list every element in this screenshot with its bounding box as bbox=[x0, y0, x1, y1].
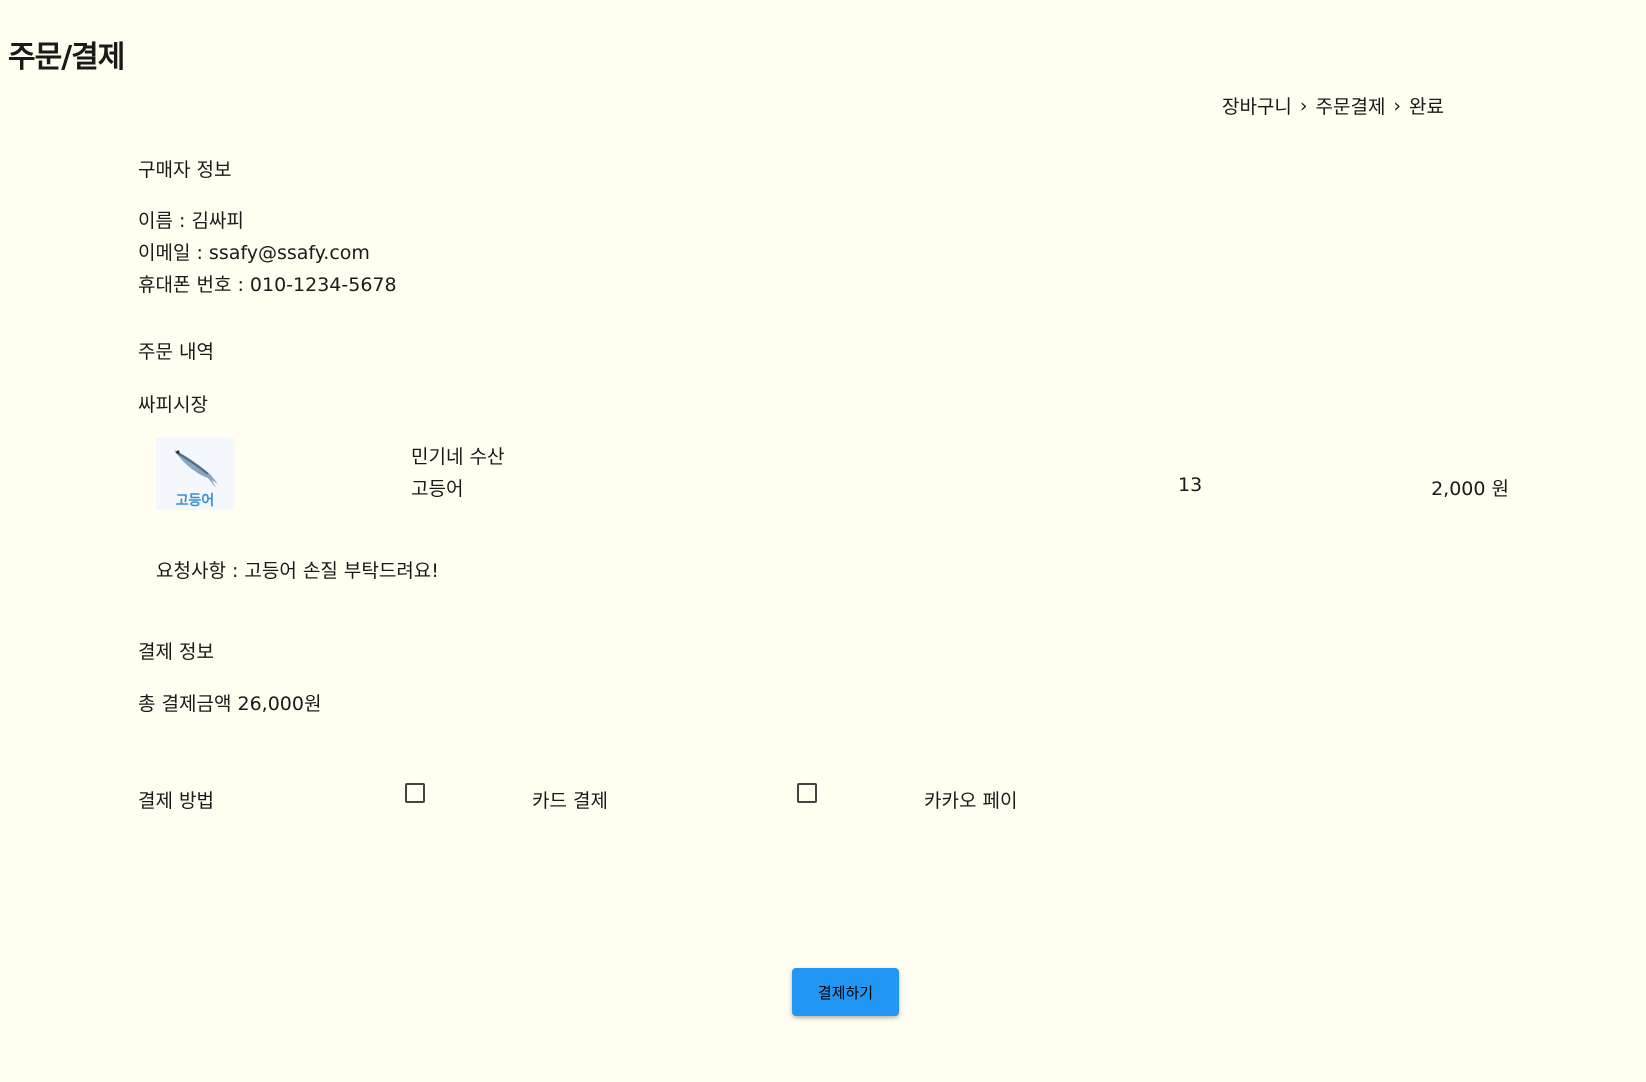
breadcrumb-step-complete[interactable]: 완료 bbox=[1409, 92, 1444, 119]
buyer-email: 이메일 : ssafy@ssafy.com bbox=[138, 242, 370, 264]
payment-method-label: 결제 방법 bbox=[138, 790, 214, 812]
pay-button[interactable]: 결제하기 bbox=[792, 968, 899, 1016]
order-request: 요청사항 : 고등어 손질 부탁드려요! bbox=[156, 560, 439, 582]
card-payment-label[interactable]: 카드 결제 bbox=[532, 786, 608, 813]
item-price: 2,000 원 bbox=[1431, 478, 1509, 500]
thumbnail-label: 고등어 bbox=[175, 493, 215, 509]
store-name: 민기네 수산 bbox=[411, 446, 505, 468]
fish-icon bbox=[174, 450, 218, 488]
card-payment-checkbox[interactable] bbox=[405, 783, 425, 803]
product-thumbnail: 고등어 bbox=[156, 438, 234, 510]
product-name: 고등어 bbox=[411, 478, 464, 500]
kakao-pay-label[interactable]: 카카오 페이 bbox=[924, 786, 1017, 813]
kakao-pay-checkbox[interactable] bbox=[797, 783, 817, 803]
breadcrumb-step-checkout[interactable]: 주문결제 bbox=[1316, 92, 1386, 119]
payment-total: 총 결제금액 26,000원 bbox=[138, 693, 322, 715]
market-name: 싸피시장 bbox=[138, 394, 208, 416]
order-section-title: 주문 내역 bbox=[138, 341, 214, 363]
chevron-right-icon: › bbox=[1299, 94, 1308, 117]
chevron-right-icon: › bbox=[1393, 94, 1402, 117]
buyer-section-title: 구매자 정보 bbox=[138, 159, 232, 181]
buyer-phone: 휴대폰 번호 : 010-1234-5678 bbox=[138, 274, 397, 296]
buyer-name: 이름 : 김싸피 bbox=[138, 210, 244, 232]
page-title: 주문/결제 bbox=[8, 40, 125, 76]
payment-section-title: 결제 정보 bbox=[138, 641, 214, 663]
breadcrumb-step-cart[interactable]: 장바구니 bbox=[1222, 92, 1292, 119]
breadcrumb: 장바구니 › 주문결제 › 완료 bbox=[1222, 92, 1444, 119]
item-quantity: 13 bbox=[1178, 474, 1203, 496]
